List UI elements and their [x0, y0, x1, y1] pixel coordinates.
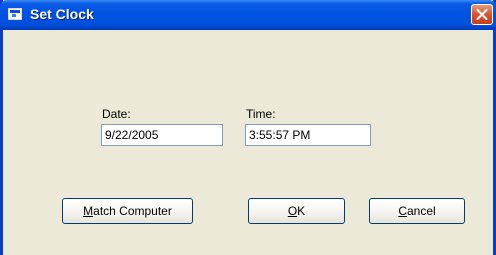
- match-computer-label: atch Computer: [93, 204, 172, 218]
- window-title: Set Clock: [30, 6, 94, 22]
- ok-button[interactable]: OK: [248, 198, 345, 224]
- close-icon: [476, 9, 488, 20]
- cancel-button[interactable]: Cancel: [369, 198, 465, 224]
- match-computer-button[interactable]: Match Computer: [62, 198, 193, 224]
- title-bar[interactable]: Set Clock: [0, 0, 496, 30]
- date-label: Date:: [102, 107, 131, 121]
- window-icon: [8, 8, 22, 20]
- time-label: Time:: [246, 107, 276, 121]
- match-computer-accel: M: [83, 204, 94, 218]
- ok-label: K: [297, 204, 306, 218]
- set-clock-dialog: Set Clock Date: 9/22/2005 Time: 3:55:57 …: [0, 0, 496, 255]
- cancel-accel: C: [398, 204, 407, 218]
- time-field[interactable]: 3:55:57 PM: [245, 124, 371, 146]
- cancel-label: ancel: [406, 204, 436, 218]
- ok-accel: O: [287, 204, 298, 218]
- date-field[interactable]: 9/22/2005: [101, 124, 223, 146]
- close-button[interactable]: [471, 4, 493, 25]
